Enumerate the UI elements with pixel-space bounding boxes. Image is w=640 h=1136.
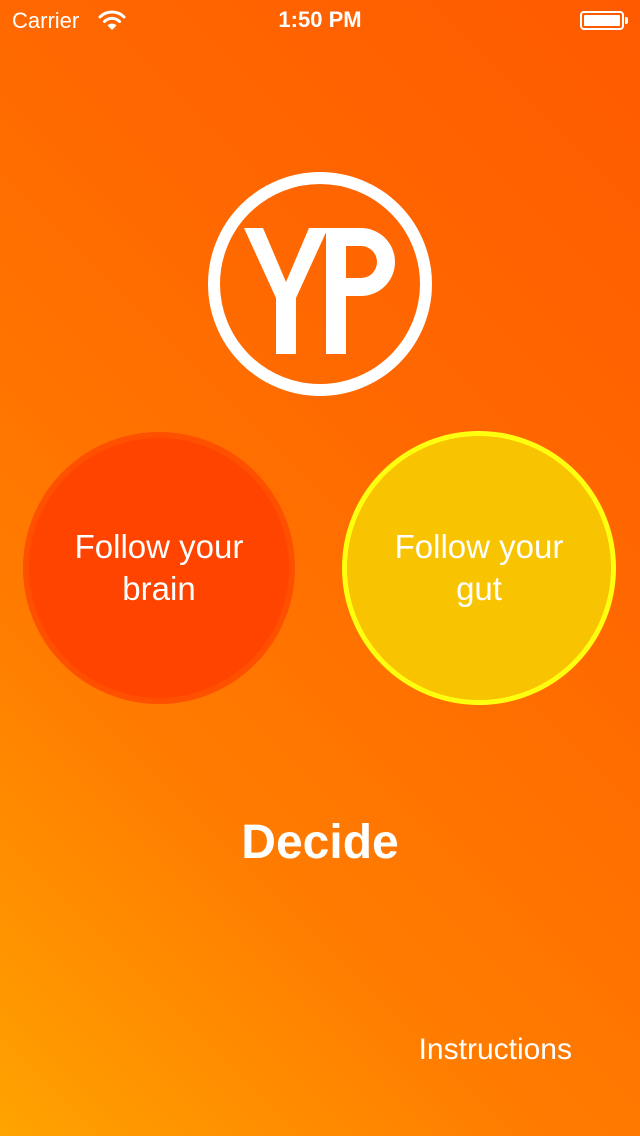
battery-tip	[625, 17, 628, 24]
status-time: 1:50 PM	[278, 7, 362, 32]
battery-level	[584, 15, 620, 26]
instructions-link[interactable]: Instructions	[380, 1032, 572, 1068]
yp-logo	[208, 172, 432, 396]
follow-brain-button[interactable]: Follow your brain	[23, 432, 295, 704]
status-bar: Carrier 1:50 PM	[0, 0, 640, 40]
battery-icon	[580, 11, 624, 30]
follow-gut-button[interactable]: Follow your gut	[342, 431, 616, 705]
follow-brain-label: Follow your brain	[74, 528, 244, 607]
decide-button[interactable]: Decide	[0, 815, 640, 871]
follow-gut-label: Follow your gut	[394, 528, 564, 607]
